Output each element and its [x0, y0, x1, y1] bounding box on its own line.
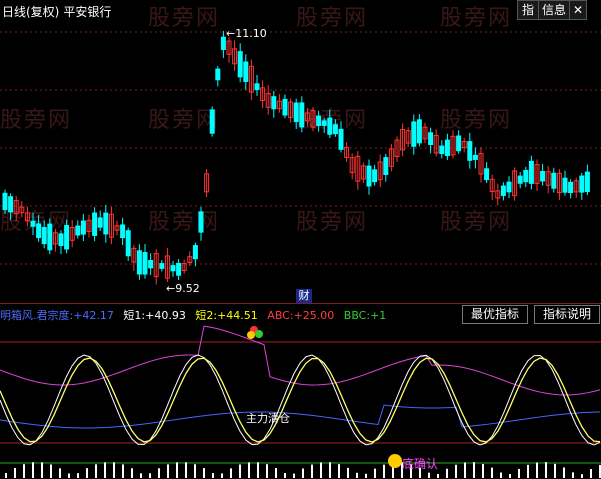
volume-bar [167, 464, 169, 478]
volume-bar [518, 468, 520, 478]
volume-bar [455, 464, 457, 478]
volume-bar [68, 473, 70, 478]
short2-line [0, 357, 601, 443]
volume-bar [5, 472, 7, 478]
volume-bar [545, 462, 547, 478]
volume-bar [446, 468, 448, 478]
volume-bar [356, 472, 358, 478]
magenta-line [0, 325, 601, 396]
volume-bar [347, 467, 349, 478]
volume-bar [23, 464, 25, 478]
volume-bar [140, 473, 142, 478]
volume-bar [221, 473, 223, 478]
volume-bar [95, 464, 97, 478]
signal-dot-green [255, 330, 263, 338]
volume-bar [275, 467, 277, 478]
volume-bar [149, 473, 151, 478]
volume-bar [338, 464, 340, 478]
volume-bar [203, 468, 205, 478]
volume-bar [41, 462, 43, 478]
volume-bar [284, 472, 286, 478]
indicator-chart[interactable] [0, 0, 601, 479]
volume-bar [572, 472, 574, 478]
indicator-lines [0, 325, 601, 478]
bottom-confirm-label: 底确认 [402, 457, 439, 471]
volume-bar [212, 473, 214, 478]
volume-bar [320, 462, 322, 478]
volume-bar [311, 464, 313, 478]
volume-bar [257, 462, 259, 478]
volume-bar [383, 464, 385, 478]
volume-bar [113, 462, 115, 478]
volume-bar [536, 462, 538, 478]
short1-line [0, 354, 601, 446]
main-clear-label: 主力清仓 [246, 412, 290, 425]
volume-bar [374, 468, 376, 478]
volume-bar [554, 463, 556, 478]
volume-bar [464, 462, 466, 478]
volume-bar [176, 462, 178, 478]
volume-bar [86, 468, 88, 478]
volume-bar [365, 473, 367, 478]
volume-bar [302, 468, 304, 478]
volume-bar [194, 464, 196, 478]
volume-bar [122, 464, 124, 478]
volume-bar [239, 464, 241, 478]
volume-bar [527, 464, 529, 478]
volume-bar [590, 469, 592, 478]
volume-bar [248, 462, 250, 478]
volume-bar [473, 462, 475, 478]
volume-bar [581, 474, 583, 478]
volume-bar [437, 473, 439, 478]
volume-bar [500, 472, 502, 478]
volume-bar [293, 473, 295, 478]
volume-bar [59, 468, 61, 478]
bottom-confirm-icon [388, 454, 402, 468]
volume-bar [428, 472, 430, 478]
volume-bar [230, 468, 232, 478]
volume-bar [14, 467, 16, 478]
blue-line [0, 404, 601, 429]
volume-bar [509, 474, 511, 478]
volume-bar [482, 463, 484, 478]
volume-bar [104, 462, 106, 478]
signal-dot-yellow [247, 331, 255, 339]
volume-bar [50, 464, 52, 478]
volume-bar [563, 467, 565, 478]
volume-bar [266, 464, 268, 478]
volume-bar [158, 468, 160, 478]
volume-bar [77, 473, 79, 478]
volume-bar [131, 468, 133, 478]
volume-bar [491, 467, 493, 478]
volume-bar [32, 462, 34, 478]
volume-bar [329, 462, 331, 478]
volume-bar [185, 462, 187, 478]
